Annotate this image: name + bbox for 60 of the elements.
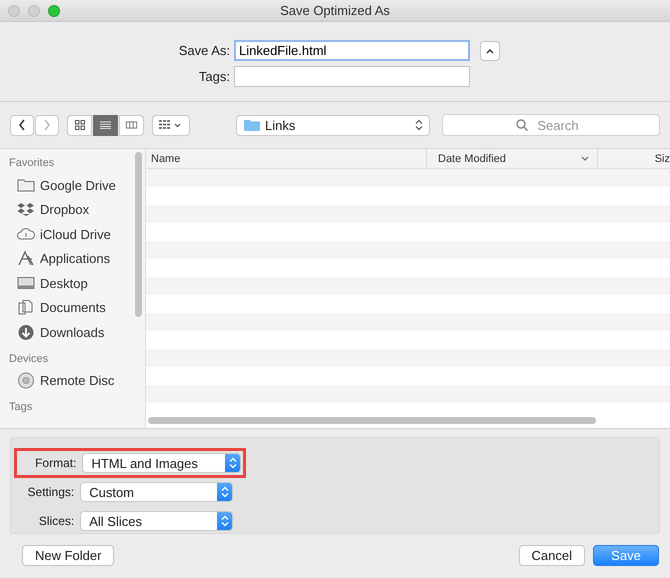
filename-field[interactable]: LinkedFile.html: [234, 40, 470, 61]
field-label: Tags:: [198, 69, 230, 84]
option-label: Format:: [34, 456, 76, 470]
back-button[interactable]: [10, 114, 34, 136]
list-icon: [100, 120, 111, 130]
updown-icon: [220, 486, 228, 498]
new-folder-button[interactable]: New Folder: [22, 545, 114, 566]
folder-icon: [17, 176, 35, 194]
sidebar-item[interactable]: Dropbox: [0, 198, 145, 222]
option-popup[interactable]: HTML and Images: [82, 453, 241, 473]
scrollbar[interactable]: [148, 417, 596, 424]
dropbox-icon: [17, 201, 35, 218]
scrollbar[interactable]: [135, 152, 142, 317]
column-header[interactable]: Siz: [598, 149, 670, 168]
collapse-button[interactable]: [480, 40, 500, 60]
sidebar-item[interactable]: Documents: [0, 296, 145, 320]
arrange-grid-icon: [159, 120, 183, 130]
zoom-button[interactable]: [48, 5, 60, 17]
option-popup[interactable]: Custom: [80, 482, 233, 502]
cancel-button[interactable]: Cancel: [518, 545, 585, 566]
sidebar-item[interactable]: Applications: [0, 246, 145, 271]
chevron-up-icon: [486, 48, 494, 54]
location-popup[interactable]: Links: [236, 114, 430, 136]
chevron-right-icon: [43, 119, 51, 131]
search-icon: [516, 119, 528, 131]
sidebar-section-title: Devices: [8, 352, 50, 366]
sidebar-item[interactable]: Desktop: [0, 271, 145, 296]
view-mode-button[interactable]: [93, 114, 118, 136]
documents-icon: [17, 299, 35, 316]
window-title: Save Optimized As: [279, 3, 391, 18]
download-icon: [17, 324, 35, 341]
sidebar-section-title: Favorites: [8, 156, 56, 171]
applications-icon: [17, 250, 35, 268]
option-label: Slices:: [38, 514, 74, 528]
option-label: Settings:: [26, 485, 74, 499]
sidebar-item[interactable]: Remote Disc: [0, 368, 145, 393]
folder-icon: [243, 118, 261, 132]
sidebar-item[interactable]: Downloads: [0, 320, 145, 344]
search-field[interactable]: Search: [442, 114, 660, 136]
updown-icon: [220, 515, 228, 527]
field-label: Save As:: [178, 43, 230, 58]
option-popup[interactable]: All Slices: [80, 511, 233, 531]
sidebar-item[interactable]: Google Drive: [0, 173, 145, 198]
column-header[interactable]: Name: [146, 149, 427, 168]
minimize-button[interactable]: [28, 5, 40, 17]
desktop-icon: [17, 274, 35, 292]
columns-icon: [126, 120, 137, 130]
updown-icon: [415, 119, 423, 131]
view-mode-button[interactable]: [67, 114, 92, 136]
chevron-left-icon: [18, 119, 26, 131]
close-button[interactable]: [8, 5, 20, 17]
view-mode-button[interactable]: [119, 114, 144, 136]
updown-icon: [228, 457, 236, 469]
column-header[interactable]: Date Modified: [427, 149, 598, 168]
tags-field[interactable]: [234, 66, 470, 87]
disc-icon: [17, 372, 35, 390]
sidebar-section-title: Tags: [8, 400, 34, 415]
grid-icon: [74, 120, 84, 130]
sidebar-item[interactable]: iCloud Drive: [0, 222, 145, 246]
arrange-button[interactable]: [152, 114, 190, 136]
